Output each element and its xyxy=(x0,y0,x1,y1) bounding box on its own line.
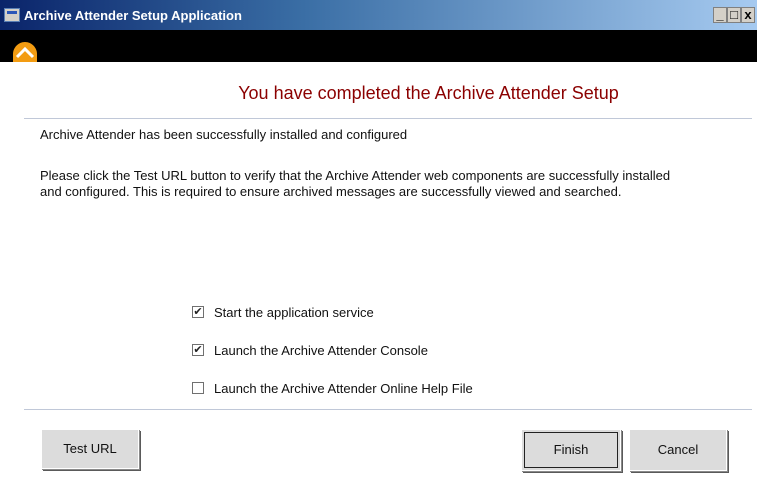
app-window-icon xyxy=(4,8,20,22)
window-title: Archive Attender Setup Application xyxy=(24,8,242,23)
status-text: Archive Attender has been successfully i… xyxy=(40,127,408,142)
footer-divider xyxy=(24,409,752,410)
heading-divider xyxy=(24,118,752,119)
checkbox-launch-help[interactable] xyxy=(192,382,204,394)
test-url-button[interactable]: Test URL xyxy=(41,429,139,469)
options-list: ✔ Start the application service ✔ Launch… xyxy=(192,293,473,407)
option-label: Launch the Archive Attender Online Help … xyxy=(214,380,473,396)
setup-window: Archive Attender Setup Application _ □ x… xyxy=(0,0,757,491)
option-label: Start the application service xyxy=(214,304,374,320)
instructions-text: Please click the Test URL button to veri… xyxy=(40,168,671,199)
upward-arrow-logo-icon xyxy=(13,42,37,62)
header-band xyxy=(0,30,757,62)
cancel-button[interactable]: Cancel xyxy=(629,429,727,471)
finish-button[interactable]: Finish xyxy=(521,429,621,471)
maximize-button[interactable]: □ xyxy=(727,7,741,23)
option-label: Launch the Archive Attender Console xyxy=(214,342,428,358)
page-heading: You have completed the Archive Attender … xyxy=(238,83,619,103)
minimize-button[interactable]: _ xyxy=(713,7,727,23)
checkbox-launch-console[interactable]: ✔ xyxy=(192,344,204,356)
option-launch-help[interactable]: Launch the Archive Attender Online Help … xyxy=(192,369,473,407)
option-launch-console[interactable]: ✔ Launch the Archive Attender Console xyxy=(192,331,473,369)
checkbox-start-service[interactable]: ✔ xyxy=(192,306,204,318)
title-bar[interactable]: Archive Attender Setup Application _ □ x xyxy=(0,0,757,30)
option-start-service[interactable]: ✔ Start the application service xyxy=(192,293,473,331)
window-controls: _ □ x xyxy=(713,7,755,23)
close-button[interactable]: x xyxy=(741,7,755,23)
